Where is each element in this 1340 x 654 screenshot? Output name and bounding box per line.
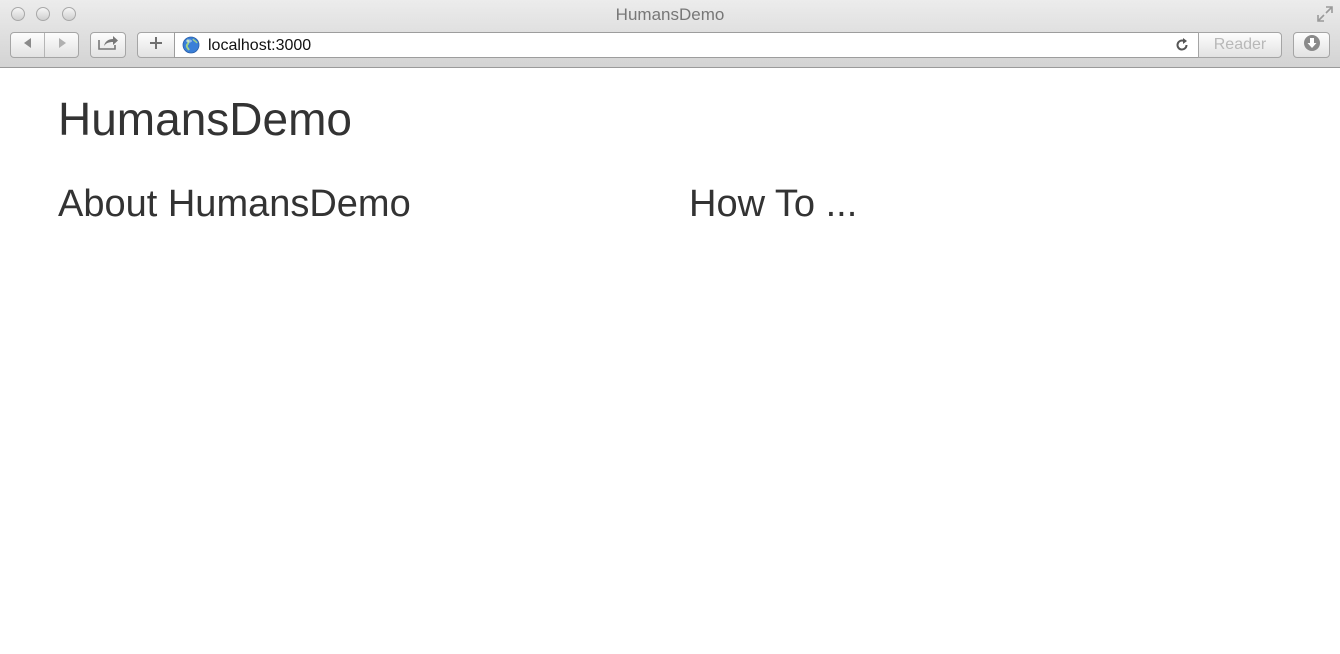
forward-arrow-icon xyxy=(56,36,68,54)
back-forward-group xyxy=(10,32,79,58)
site-title: HumansDemo xyxy=(58,93,352,145)
browser-toolbar: HumansDemo localhost:3000 Reader xyxy=(0,0,1340,68)
back-button[interactable] xyxy=(11,33,45,57)
download-icon xyxy=(1303,34,1321,57)
page-content: HumansDemo About HumansDemo How To ... xyxy=(0,69,1340,654)
fullscreen-icon[interactable] xyxy=(1316,5,1334,23)
new-tab-button[interactable] xyxy=(137,32,175,58)
how-to-heading: How To ... xyxy=(689,183,858,225)
window-title: HumansDemo xyxy=(615,5,725,24)
address-bar[interactable]: localhost:3000 xyxy=(174,32,1199,58)
globe-icon xyxy=(182,36,200,54)
back-arrow-icon xyxy=(22,36,34,54)
url-text: localhost:3000 xyxy=(208,37,312,54)
about-heading: About HumansDemo xyxy=(58,183,411,225)
reload-icon[interactable] xyxy=(1174,37,1190,53)
browser-window: HumansDemo localhost:3000 Reader HumansD… xyxy=(0,0,1340,654)
share-button[interactable] xyxy=(90,32,126,58)
plus-icon xyxy=(149,36,163,55)
downloads-button[interactable] xyxy=(1293,32,1330,58)
reader-button[interactable]: Reader xyxy=(1198,32,1282,58)
share-icon xyxy=(97,35,119,56)
forward-button[interactable] xyxy=(45,33,78,57)
